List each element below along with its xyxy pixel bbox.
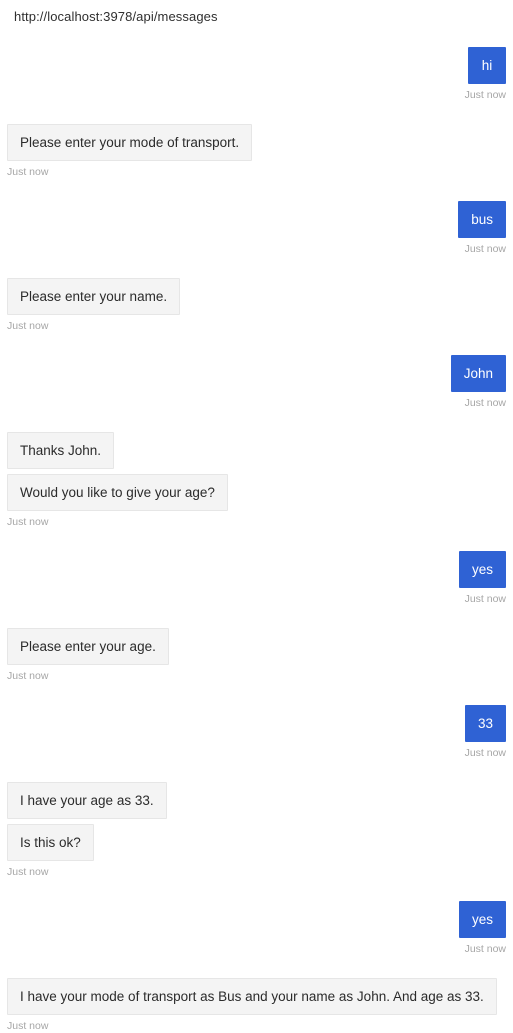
message-group-spacer xyxy=(7,25,506,47)
user-message-group: yes Just now xyxy=(7,901,506,956)
message-row: hi xyxy=(7,47,506,84)
message-row: Is this ok? xyxy=(7,824,506,861)
message-row: I have your age as 33. xyxy=(7,782,506,819)
message-row: Please enter your age. xyxy=(7,628,506,665)
chat-transcript-panel: http://localhost:3978/api/messages hi Jus… xyxy=(0,0,513,1032)
message-group-spacer xyxy=(7,333,506,355)
message-group-spacer xyxy=(7,179,506,201)
message-timestamp: Just now xyxy=(7,516,49,528)
message-group-spacer xyxy=(7,410,506,432)
message-row: bus xyxy=(7,201,506,238)
bot-endpoint-url: http://localhost:3978/api/messages xyxy=(14,9,218,24)
message-row: Please enter your name. xyxy=(7,278,506,315)
user-message-group: 33 Just now xyxy=(7,705,506,760)
bot-message-bubble[interactable]: Please enter your age. xyxy=(7,628,169,665)
message-group-spacer xyxy=(7,529,506,551)
user-message-bubble[interactable]: yes xyxy=(458,901,506,938)
message-group-spacer xyxy=(7,256,506,278)
bot-message-group: I have your mode of transport as Bus and… xyxy=(7,978,506,1033)
message-row: yes xyxy=(7,551,506,588)
user-message-group: hi Just now xyxy=(7,47,506,102)
bot-message-bubble[interactable]: I have your age as 33. xyxy=(7,782,167,819)
bot-message-bubble[interactable]: Thanks John. xyxy=(7,432,115,469)
message-timestamp: Just now xyxy=(7,670,49,682)
bot-message-group: Please enter your name. Just now xyxy=(7,278,506,333)
message-timestamp: Just now xyxy=(7,320,49,332)
message-row: yes xyxy=(7,901,506,938)
message-group-spacer xyxy=(7,760,506,782)
message-row: Would you like to give your age? xyxy=(7,474,506,511)
bot-message-bubble[interactable]: Please enter your mode of transport. xyxy=(7,124,253,161)
user-message-group: bus Just now xyxy=(7,201,506,256)
message-timestamp: Just now xyxy=(464,243,506,255)
bot-message-bubble[interactable]: I have your mode of transport as Bus and… xyxy=(7,978,497,1015)
message-row: 33 xyxy=(7,705,506,742)
message-timestamp: Just now xyxy=(7,866,49,878)
bot-message-group: Please enter your mode of transport. Just… xyxy=(7,124,506,179)
message-row: Please enter your mode of transport. xyxy=(7,124,506,161)
message-group-spacer xyxy=(7,956,506,978)
message-group-spacer xyxy=(7,606,506,628)
message-timestamp: Just now xyxy=(464,593,506,605)
message-group-spacer xyxy=(7,102,506,124)
user-message-bubble[interactable]: hi xyxy=(468,47,506,84)
message-list: hi Just now Please enter your mode of tran… xyxy=(0,25,513,1033)
bot-message-bubble[interactable]: Would you like to give your age? xyxy=(7,474,228,511)
message-row: Thanks John. xyxy=(7,432,506,469)
user-message-group: John Just now xyxy=(7,355,506,410)
message-timestamp: Just now xyxy=(464,943,506,955)
message-timestamp: Just now xyxy=(7,166,49,178)
message-timestamp: Just now xyxy=(464,89,506,101)
user-message-group: yes Just now xyxy=(7,551,506,606)
bot-message-group: Thanks John. Would you like to give your … xyxy=(7,432,506,529)
bot-message-group: I have your age as 33. Is this ok? Just no… xyxy=(7,782,506,879)
user-message-bubble[interactable]: yes xyxy=(458,551,506,588)
user-message-bubble[interactable]: 33 xyxy=(464,705,506,742)
message-timestamp: Just now xyxy=(464,747,506,759)
message-row: John xyxy=(7,355,506,392)
user-message-bubble[interactable]: John xyxy=(450,355,506,392)
message-timestamp: Just now xyxy=(464,397,506,409)
message-row: I have your mode of transport as Bus and… xyxy=(7,978,506,1015)
bot-message-group: Please enter your age. Just now xyxy=(7,628,506,683)
user-message-bubble[interactable]: bus xyxy=(458,201,506,238)
message-timestamp: Just now xyxy=(7,1020,49,1032)
message-group-spacer xyxy=(7,683,506,705)
bot-message-bubble[interactable]: Is this ok? xyxy=(7,824,94,861)
message-group-spacer xyxy=(7,879,506,901)
bot-message-bubble[interactable]: Please enter your name. xyxy=(7,278,181,315)
